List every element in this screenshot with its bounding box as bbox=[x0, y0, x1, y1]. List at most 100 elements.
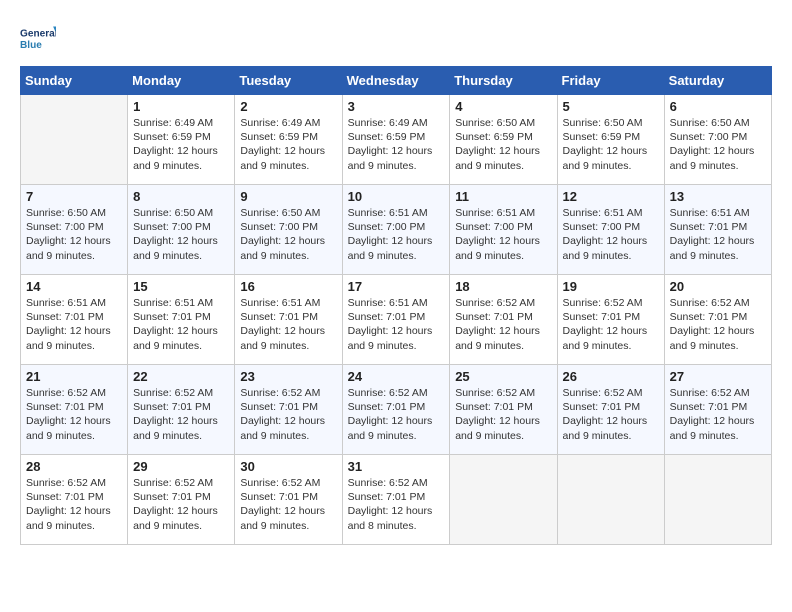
calendar-cell bbox=[21, 95, 128, 185]
day-info: Sunrise: 6:51 AM Sunset: 7:01 PM Dayligh… bbox=[133, 296, 229, 353]
day-number: 10 bbox=[348, 189, 445, 204]
calendar-week-5: 28 Sunrise: 6:52 AM Sunset: 7:01 PM Dayli… bbox=[21, 455, 772, 545]
day-number: 17 bbox=[348, 279, 445, 294]
calendar-week-2: 7 Sunrise: 6:50 AM Sunset: 7:00 PM Daylig… bbox=[21, 185, 772, 275]
calendar-cell: 4 Sunrise: 6:50 AM Sunset: 6:59 PM Daylig… bbox=[450, 95, 557, 185]
day-info: Sunrise: 6:52 AM Sunset: 7:01 PM Dayligh… bbox=[670, 296, 766, 353]
logo: General Blue bbox=[20, 20, 56, 56]
calendar-cell: 29 Sunrise: 6:52 AM Sunset: 7:01 PM Dayli… bbox=[128, 455, 235, 545]
day-number: 3 bbox=[348, 99, 445, 114]
calendar-cell: 15 Sunrise: 6:51 AM Sunset: 7:01 PM Dayli… bbox=[128, 275, 235, 365]
col-header-wednesday: Wednesday bbox=[342, 67, 450, 95]
page-header: General Blue bbox=[20, 20, 772, 56]
calendar-cell: 23 Sunrise: 6:52 AM Sunset: 7:01 PM Dayli… bbox=[235, 365, 342, 455]
calendar-cell: 6Sunrise: 6:50 AM Sunset: 7:00 PM Daylig… bbox=[664, 95, 771, 185]
day-info: Sunrise: 6:51 AM Sunset: 7:01 PM Dayligh… bbox=[348, 296, 445, 353]
calendar-header-row: SundayMondayTuesdayWednesdayThursdayFrid… bbox=[21, 67, 772, 95]
day-info: Sunrise: 6:50 AM Sunset: 7:00 PM Dayligh… bbox=[26, 206, 122, 263]
calendar-cell: 2 Sunrise: 6:49 AM Sunset: 6:59 PM Daylig… bbox=[235, 95, 342, 185]
calendar-cell: 31 Sunrise: 6:52 AM Sunset: 7:01 PM Dayli… bbox=[342, 455, 450, 545]
day-info: Sunrise: 6:52 AM Sunset: 7:01 PM Dayligh… bbox=[26, 476, 122, 533]
calendar-cell: 8 Sunrise: 6:50 AM Sunset: 7:00 PM Daylig… bbox=[128, 185, 235, 275]
day-info: Sunrise: 6:50 AM Sunset: 6:59 PM Dayligh… bbox=[563, 116, 659, 173]
day-number: 25 bbox=[455, 369, 551, 384]
calendar-cell: 10 Sunrise: 6:51 AM Sunset: 7:00 PM Dayli… bbox=[342, 185, 450, 275]
day-number: 8 bbox=[133, 189, 229, 204]
day-number: 15 bbox=[133, 279, 229, 294]
day-info: Sunrise: 6:52 AM Sunset: 7:01 PM Dayligh… bbox=[670, 386, 766, 443]
day-number: 29 bbox=[133, 459, 229, 474]
day-number: 22 bbox=[133, 369, 229, 384]
calendar-cell bbox=[557, 455, 664, 545]
day-info: Sunrise: 6:49 AM Sunset: 6:59 PM Dayligh… bbox=[348, 116, 445, 173]
svg-text:General: General bbox=[20, 29, 56, 40]
day-number: 21 bbox=[26, 369, 122, 384]
day-number: 27 bbox=[670, 369, 766, 384]
calendar-week-1: 1 Sunrise: 6:49 AM Sunset: 6:59 PM Daylig… bbox=[21, 95, 772, 185]
day-info: Sunrise: 6:52 AM Sunset: 7:01 PM Dayligh… bbox=[133, 386, 229, 443]
day-number: 16 bbox=[240, 279, 336, 294]
col-header-sunday: Sunday bbox=[21, 67, 128, 95]
day-number: 28 bbox=[26, 459, 122, 474]
day-info: Sunrise: 6:52 AM Sunset: 7:01 PM Dayligh… bbox=[348, 386, 445, 443]
calendar-cell: 19 Sunrise: 6:52 AM Sunset: 7:01 PM Dayli… bbox=[557, 275, 664, 365]
day-info: Sunrise: 6:52 AM Sunset: 7:01 PM Dayligh… bbox=[563, 386, 659, 443]
day-info: Sunrise: 6:51 AM Sunset: 7:00 PM Dayligh… bbox=[348, 206, 445, 263]
day-info: Sunrise: 6:52 AM Sunset: 7:01 PM Dayligh… bbox=[455, 296, 551, 353]
day-info: Sunrise: 6:52 AM Sunset: 7:01 PM Dayligh… bbox=[455, 386, 551, 443]
day-info: Sunrise: 6:50 AM Sunset: 7:00 PM Dayligh… bbox=[240, 206, 336, 263]
day-info: Sunrise: 6:50 AM Sunset: 7:00 PM Dayligh… bbox=[670, 116, 766, 173]
day-number: 19 bbox=[563, 279, 659, 294]
calendar-cell: 28 Sunrise: 6:52 AM Sunset: 7:01 PM Dayli… bbox=[21, 455, 128, 545]
calendar-cell: 20 Sunrise: 6:52 AM Sunset: 7:01 PM Dayli… bbox=[664, 275, 771, 365]
day-number: 20 bbox=[670, 279, 766, 294]
calendar-cell: 7 Sunrise: 6:50 AM Sunset: 7:00 PM Daylig… bbox=[21, 185, 128, 275]
calendar-cell bbox=[450, 455, 557, 545]
day-number: 7 bbox=[26, 189, 122, 204]
day-number: 18 bbox=[455, 279, 551, 294]
calendar-cell: 9Sunrise: 6:50 AM Sunset: 7:00 PM Daylig… bbox=[235, 185, 342, 275]
day-info: Sunrise: 6:52 AM Sunset: 7:01 PM Dayligh… bbox=[26, 386, 122, 443]
day-number: 31 bbox=[348, 459, 445, 474]
day-info: Sunrise: 6:51 AM Sunset: 7:01 PM Dayligh… bbox=[240, 296, 336, 353]
calendar-cell: 27 Sunrise: 6:52 AM Sunset: 7:01 PM Dayli… bbox=[664, 365, 771, 455]
day-number: 4 bbox=[455, 99, 551, 114]
day-info: Sunrise: 6:50 AM Sunset: 7:00 PM Dayligh… bbox=[133, 206, 229, 263]
calendar-cell: 24 Sunrise: 6:52 AM Sunset: 7:01 PM Dayli… bbox=[342, 365, 450, 455]
svg-text:Blue: Blue bbox=[20, 40, 42, 51]
calendar-week-3: 14 Sunrise: 6:51 AM Sunset: 7:01 PM Dayli… bbox=[21, 275, 772, 365]
day-info: Sunrise: 6:51 AM Sunset: 7:00 PM Dayligh… bbox=[455, 206, 551, 263]
calendar-table: SundayMondayTuesdayWednesdayThursdayFrid… bbox=[20, 66, 772, 545]
day-info: Sunrise: 6:52 AM Sunset: 7:01 PM Dayligh… bbox=[563, 296, 659, 353]
logo-svg: General Blue bbox=[20, 20, 56, 56]
day-number: 12 bbox=[563, 189, 659, 204]
col-header-friday: Friday bbox=[557, 67, 664, 95]
col-header-thursday: Thursday bbox=[450, 67, 557, 95]
day-info: Sunrise: 6:49 AM Sunset: 6:59 PM Dayligh… bbox=[133, 116, 229, 173]
day-number: 14 bbox=[26, 279, 122, 294]
day-number: 5 bbox=[563, 99, 659, 114]
day-info: Sunrise: 6:51 AM Sunset: 7:01 PM Dayligh… bbox=[26, 296, 122, 353]
day-number: 23 bbox=[240, 369, 336, 384]
day-info: Sunrise: 6:52 AM Sunset: 7:01 PM Dayligh… bbox=[240, 386, 336, 443]
calendar-cell: 21 Sunrise: 6:52 AM Sunset: 7:01 PM Dayli… bbox=[21, 365, 128, 455]
calendar-cell: 5 Sunrise: 6:50 AM Sunset: 6:59 PM Daylig… bbox=[557, 95, 664, 185]
day-number: 1 bbox=[133, 99, 229, 114]
day-number: 24 bbox=[348, 369, 445, 384]
day-number: 11 bbox=[455, 189, 551, 204]
calendar-cell: 13Sunrise: 6:51 AM Sunset: 7:01 PM Dayli… bbox=[664, 185, 771, 275]
calendar-cell: 22 Sunrise: 6:52 AM Sunset: 7:01 PM Dayli… bbox=[128, 365, 235, 455]
calendar-cell: 26Sunrise: 6:52 AM Sunset: 7:01 PM Dayli… bbox=[557, 365, 664, 455]
calendar-cell: 25 Sunrise: 6:52 AM Sunset: 7:01 PM Dayli… bbox=[450, 365, 557, 455]
calendar-cell: 16 Sunrise: 6:51 AM Sunset: 7:01 PM Dayli… bbox=[235, 275, 342, 365]
day-info: Sunrise: 6:52 AM Sunset: 7:01 PM Dayligh… bbox=[348, 476, 445, 533]
day-number: 2 bbox=[240, 99, 336, 114]
calendar-cell: 18 Sunrise: 6:52 AM Sunset: 7:01 PM Dayli… bbox=[450, 275, 557, 365]
calendar-cell: 1 Sunrise: 6:49 AM Sunset: 6:59 PM Daylig… bbox=[128, 95, 235, 185]
day-info: Sunrise: 6:49 AM Sunset: 6:59 PM Dayligh… bbox=[240, 116, 336, 173]
day-info: Sunrise: 6:51 AM Sunset: 7:00 PM Dayligh… bbox=[563, 206, 659, 263]
day-info: Sunrise: 6:52 AM Sunset: 7:01 PM Dayligh… bbox=[240, 476, 336, 533]
calendar-cell: 30Sunrise: 6:52 AM Sunset: 7:01 PM Dayli… bbox=[235, 455, 342, 545]
day-info: Sunrise: 6:52 AM Sunset: 7:01 PM Dayligh… bbox=[133, 476, 229, 533]
day-info: Sunrise: 6:50 AM Sunset: 6:59 PM Dayligh… bbox=[455, 116, 551, 173]
